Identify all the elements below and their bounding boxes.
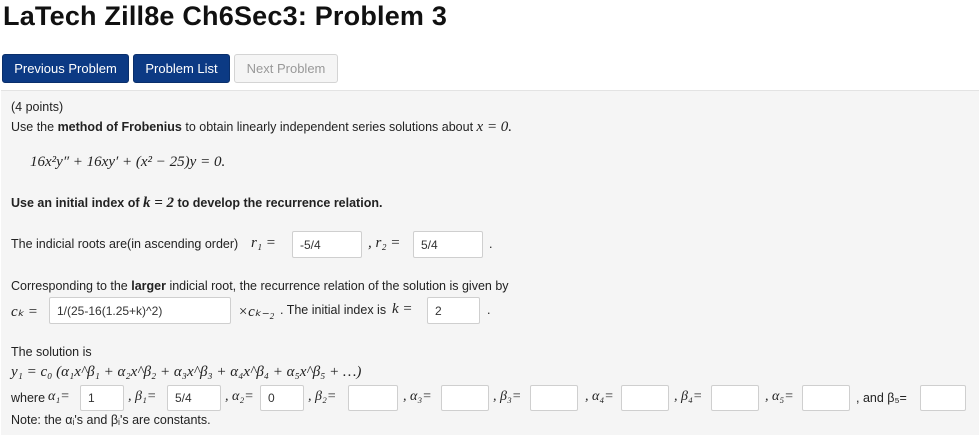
r2-input[interactable]: 5/4	[413, 231, 483, 258]
r1-label: r₁ =	[251, 235, 276, 251]
recurrence-input[interactable]: 1/(25-16(1.25+k)^2)	[49, 297, 231, 324]
points-text: (4 points)	[11, 100, 64, 114]
beta3-input[interactable]	[530, 385, 578, 411]
initial-index-text: Use an initial index of k = 2 to develop…	[11, 195, 382, 212]
index-pre: Use an initial index of	[11, 196, 143, 210]
index-post: to develop the recurrence relation.	[174, 196, 383, 210]
instruction-text: Use the method of Frobenius to obtain li…	[11, 119, 512, 136]
alpha4-input[interactable]	[621, 385, 669, 411]
recurrence-post: indicial root, the recurrence relation o…	[165, 279, 509, 293]
alpha2-label: , α₂=	[225, 389, 254, 404]
roots-end: .	[489, 237, 493, 251]
differential-equation: 16x²y″ + 16xy′ + (x² − 25)y = 0.	[30, 154, 226, 170]
beta5-input[interactable]	[920, 385, 966, 411]
k-label: k =	[392, 301, 413, 317]
alpha2-input[interactable]: 0	[260, 385, 304, 411]
problem-list-button[interactable]: Problem List	[133, 54, 230, 83]
recurrence-text: Corresponding to the larger indicial roo…	[11, 279, 509, 293]
instruction-math: x = 0.	[476, 119, 513, 135]
instruction-post: to obtain linearly independent series so…	[181, 120, 477, 134]
ck-label: cₖ =	[11, 304, 38, 320]
beta4-input[interactable]	[711, 385, 759, 411]
problem-panel	[1, 90, 979, 435]
alpha4-label: , α₄=	[585, 389, 614, 404]
alpha3-input[interactable]	[441, 385, 489, 411]
recurrence-pre: Corresponding to the	[11, 279, 132, 293]
r1-input[interactable]: -5/4	[292, 231, 362, 258]
next-problem-button[interactable]: Next Problem	[234, 54, 338, 83]
alpha1-label: α₁=	[48, 389, 70, 404]
roots-label: The indicial roots are(in ascending orde…	[11, 237, 239, 251]
alpha5-input[interactable]	[802, 385, 850, 411]
beta1-input[interactable]: 5/4	[167, 385, 221, 411]
index-math: k = 2	[142, 195, 175, 211]
ck-minus-2: ×cₖ₋₂	[238, 304, 275, 320]
alpha5-label: , α₅=	[765, 389, 794, 404]
beta3-label: , β₃=	[493, 389, 522, 404]
instruction-pre: Use the	[11, 120, 58, 134]
alpha3-label: , α₃=	[403, 389, 432, 404]
beta1-label: , β₁=	[128, 389, 157, 404]
instruction-bold: method of Frobenius	[57, 120, 182, 134]
note-text: Note: the αᵢ's and βᵢ's are constants.	[11, 413, 211, 427]
beta5-label: , and β₅=	[856, 391, 907, 405]
beta2-label: , β₂=	[308, 389, 337, 404]
page-title: LaTech Zill8e Ch6Sec3: Problem 3	[3, 1, 448, 31]
beta2-input[interactable]	[348, 385, 398, 411]
previous-problem-button[interactable]: Previous Problem	[2, 54, 129, 83]
beta4-label: , β₄=	[674, 389, 703, 404]
solution-label: The solution is	[11, 345, 92, 359]
where-label: where	[11, 391, 46, 405]
r2-label: , r₂ =	[368, 235, 401, 251]
alpha1-input[interactable]: 1	[80, 385, 124, 411]
initial-index-input[interactable]: 2	[427, 297, 480, 324]
recurrence-bold: larger	[131, 279, 166, 293]
solution-formula: y₁ = c₀ (α₁x^β₁ + α₂x^β₂ + α₃x^β₃ + α₄x^…	[11, 364, 362, 380]
initial-index-label: . The initial index is	[280, 303, 387, 317]
k-end: .	[487, 303, 491, 317]
